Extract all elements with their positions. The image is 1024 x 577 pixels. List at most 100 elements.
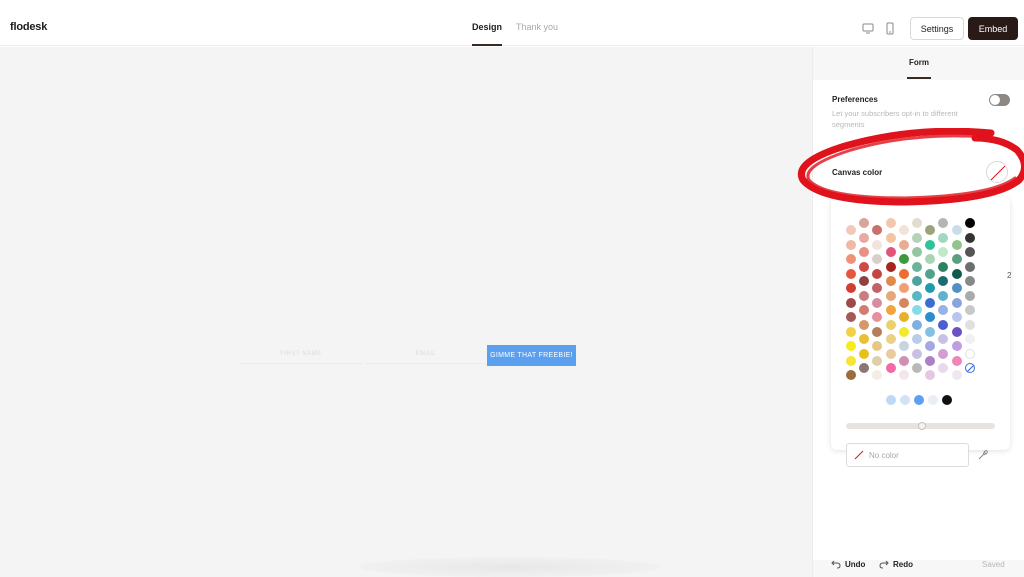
no-color-swatch[interactable] [964,363,975,373]
color-swatch[interactable] [859,232,870,243]
color-swatch[interactable] [964,334,975,344]
color-swatch[interactable] [964,319,975,330]
color-swatch[interactable] [885,363,896,373]
color-swatch[interactable] [964,290,975,301]
color-swatch[interactable] [859,319,870,330]
color-swatch[interactable] [912,290,922,301]
color-swatch[interactable] [938,363,949,373]
color-swatch[interactable] [859,276,870,286]
color-swatch[interactable] [859,261,870,272]
color-swatch[interactable] [925,355,936,366]
color-swatch[interactable] [925,297,936,308]
color-swatch[interactable] [951,312,962,322]
recent-color-swatch[interactable] [928,395,938,405]
color-swatch[interactable] [846,326,856,337]
color-swatch[interactable] [859,290,870,301]
color-swatch[interactable] [872,254,883,264]
color-swatch[interactable] [885,334,896,344]
color-swatch[interactable] [925,283,936,293]
preferences-toggle[interactable] [989,94,1010,106]
color-swatch[interactable] [898,283,909,293]
color-swatch[interactable] [898,355,909,366]
email-field[interactable]: EMAIL [365,347,487,364]
color-swatch[interactable] [951,225,962,235]
color-swatch[interactable] [885,319,896,330]
color-swatch[interactable] [964,348,975,359]
color-swatch[interactable] [885,276,896,286]
color-swatch[interactable] [846,355,856,366]
color-swatch[interactable] [925,312,936,322]
color-swatch[interactable] [898,370,909,380]
eyedropper-icon[interactable] [977,449,989,461]
color-swatch[interactable] [964,218,975,228]
logo[interactable]: flodesk [10,21,47,33]
redo-button[interactable]: Redo [879,560,913,569]
desktop-icon[interactable] [862,22,874,35]
color-swatch[interactable] [872,312,883,322]
color-swatch[interactable] [964,261,975,272]
color-swatch[interactable] [938,276,949,286]
color-swatch[interactable] [846,283,856,293]
color-swatch[interactable] [846,254,856,264]
color-swatch[interactable] [938,319,949,330]
color-swatch[interactable] [846,312,856,322]
color-swatch[interactable] [898,225,909,235]
color-swatch[interactable] [885,232,896,243]
color-swatch[interactable] [964,305,975,315]
color-swatch[interactable] [951,283,962,293]
color-swatch[interactable] [938,305,949,315]
color-swatch[interactable] [938,261,949,272]
color-swatch[interactable] [872,225,883,235]
color-swatch[interactable] [846,268,856,279]
slider-thumb[interactable] [918,422,926,430]
color-swatch[interactable] [964,247,975,257]
tab-form[interactable]: Form [907,58,931,79]
color-swatch[interactable] [925,268,936,279]
color-swatch[interactable] [898,254,909,264]
color-swatch[interactable] [898,268,909,279]
color-swatch[interactable] [912,305,922,315]
color-swatch[interactable] [872,355,883,366]
tab-thank-you[interactable]: Thank you [516,22,558,46]
color-swatch[interactable] [846,341,856,351]
color-swatch[interactable] [912,334,922,344]
cta-button[interactable]: GIMME THAT FREEBIE! [487,345,576,366]
color-swatch[interactable] [912,276,922,286]
first-name-field[interactable]: FIRST NAME [240,347,362,364]
recent-color-swatch[interactable] [942,395,952,405]
color-swatch[interactable] [951,297,962,308]
color-swatch[interactable] [951,341,962,351]
color-swatch[interactable] [859,334,870,344]
color-swatch[interactable] [898,341,909,351]
color-swatch[interactable] [846,297,856,308]
color-swatch[interactable] [872,341,883,351]
color-swatch[interactable] [925,239,936,250]
mobile-icon[interactable] [884,22,896,35]
settings-button[interactable]: Settings [910,17,964,40]
color-swatch[interactable] [885,290,896,301]
color-swatch[interactable] [912,319,922,330]
color-swatch[interactable] [912,218,922,228]
color-swatch[interactable] [951,370,962,380]
color-swatch[interactable] [912,247,922,257]
color-swatch[interactable] [859,218,870,228]
color-swatch[interactable] [925,341,936,351]
color-swatch[interactable] [859,305,870,315]
recent-color-swatch[interactable] [900,395,910,405]
color-swatch[interactable] [885,305,896,315]
color-swatch[interactable] [938,218,949,228]
color-swatch[interactable] [872,283,883,293]
color-swatch[interactable] [898,312,909,322]
color-swatch[interactable] [872,326,883,337]
color-swatch[interactable] [938,247,949,257]
color-swatch[interactable] [925,326,936,337]
color-swatch[interactable] [846,225,856,235]
color-swatch[interactable] [938,232,949,243]
embed-button[interactable]: Embed [968,17,1018,40]
color-swatch[interactable] [872,370,883,380]
tab-design[interactable]: Design [472,22,503,46]
color-swatch[interactable] [951,326,962,337]
color-swatch[interactable] [859,363,870,373]
color-swatch[interactable] [872,239,883,250]
color-swatch[interactable] [951,254,962,264]
